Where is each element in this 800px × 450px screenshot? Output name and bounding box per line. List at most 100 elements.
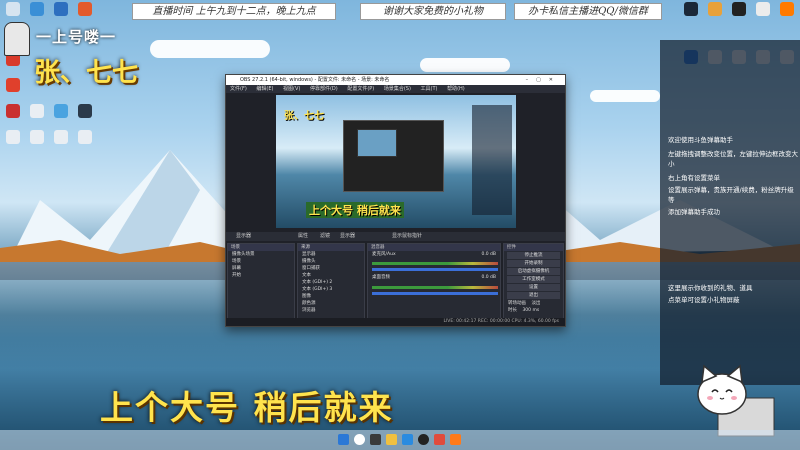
preview-streamer-name: 张、七七 [284,111,324,122]
start-recording-button[interactable]: 开始录制 [507,260,560,267]
obs-window[interactable]: OBS 27.2.1 (64-bit, windows) - 配置文件: 未命名… [225,74,566,327]
scene-item[interactable]: 场景 [228,258,294,265]
app-icon [54,104,68,118]
source-item[interactable]: 颜色源 [298,300,364,307]
desktop-icon-app[interactable] [728,2,750,17]
menu-view[interactable]: 视图(V) [283,86,300,92]
app-icon [54,130,68,144]
source-item[interactable]: 摄像头 [298,258,364,265]
mixer-channel-name: 麦克风/Aux 0.0 dB [368,251,500,258]
qq-icon[interactable] [434,434,445,445]
transitions-label: 转场动画 [508,301,526,306]
app-icon [6,78,20,92]
cloud [420,58,510,72]
desktop-icon-app[interactable] [26,104,48,119]
menu-file[interactable]: 文件(F) [230,86,247,92]
source-name-label: 显示器 [236,233,252,239]
desktop-icon-app[interactable] [776,2,798,17]
transition-value: 淡出 [531,301,541,306]
scene-item[interactable]: 摄像头场景 [228,251,294,258]
duration-field[interactable]: 时长 300 ms [504,307,563,314]
preview-nested-obs [343,120,444,192]
menu-scene-collection[interactable]: 场景集合(S) [384,86,411,92]
gift-line: 点菜单可设置小礼物屏蔽 [668,296,740,304]
schedule-banner: 直播时间 上午九到十二点，晚上九点 [132,3,336,20]
panel-line: 欢迎使用斗鱼弹幕助手 [668,136,733,144]
stop-streaming-button[interactable]: 停止推流 [507,252,560,259]
transition-select[interactable]: 转场动画 淡出 [504,300,563,307]
explorer-icon[interactable] [386,434,397,445]
cloud [590,90,660,102]
taskview-icon[interactable] [370,434,381,445]
audio-meter [372,286,498,289]
desktop-icon-app[interactable] [704,2,726,17]
source-item[interactable]: 显示器 [298,251,364,258]
desktop-icon-app[interactable] [680,2,702,17]
desktop-icon-app[interactable] [50,130,72,145]
desktop-icon-app[interactable] [752,2,774,17]
app-icon [708,2,722,16]
settings-button[interactable]: 设置 [507,284,560,291]
menu-docks[interactable]: 停靠部件(D) [310,86,338,92]
desktop-icon-app[interactable] [74,104,96,119]
app-icon [30,130,44,144]
scenes-header: 场景 [228,244,294,251]
taskbar [0,430,800,450]
volume-slider[interactable] [372,292,498,295]
source-item[interactable]: 文本 (GDI+) 3 [298,286,364,293]
app-icon [6,130,20,144]
obs-icon[interactable] [418,434,429,445]
source-item[interactable]: 文本 (GDI+) 2 [298,279,364,286]
obs-titlebar[interactable]: OBS 27.2.1 (64-bit, windows) - 配置文件: 未命名… [226,75,565,85]
mixer-channel-name: 桌面音频 0.0 dB [368,274,500,281]
desktop-icon-app[interactable] [2,78,24,93]
desktop-icon-recycle-bin[interactable] [2,2,24,17]
studio-mode-button[interactable]: 工作室模式 [507,276,560,283]
panel-line: 左键拖拽调整改变位置，左键拉伸边框改变大 [668,150,798,158]
volume-slider[interactable] [372,268,498,271]
channel-name: 桌面音频 [372,275,390,280]
source-item[interactable]: 窗口捕获 [298,265,364,272]
desktop-icon-app[interactable] [2,130,24,145]
menu-edit[interactable]: 编辑(E) [256,86,273,92]
douyu-icon[interactable] [450,434,461,445]
panel-line: 小 [668,160,675,168]
scene-item[interactable]: 屏幕 [228,265,294,272]
browser-icon[interactable] [402,434,413,445]
obs-preview[interactable]: 张、七七 上个大号 稍后就来 [276,95,516,228]
obs-statusbar: LIVE: 00:42:17 REC: 00:00:00 CPU: 4.3%, … [226,318,565,326]
panel-line: 右上角有设置菜单 [668,174,720,182]
controls-header: 控件 [504,244,563,251]
app-icon [780,2,794,16]
source-item[interactable]: 图像 [298,293,364,300]
desktop-icon-computer[interactable] [26,2,48,17]
preview-caption: 上个大号 稍后就来 [306,202,404,218]
sources-dock: 来源 显示器 摄像头 窗口捕获 文本 文本 (GDI+) 2 文本 (GDI+)… [297,243,365,319]
exit-button[interactable]: 退出 [507,292,560,299]
menu-help[interactable]: 帮助(H) [447,86,465,92]
obs-menubar: 文件(F) 编辑(E) 视图(V) 停靠部件(D) 配置文件(P) 场景集合(S… [226,85,565,93]
panel-line: 设置展示弹幕，贵族开通/续费，粉丝牌升级 [668,186,794,194]
desktop-icon-app[interactable] [50,104,72,119]
desktop-icon-app[interactable] [74,2,96,17]
source-item[interactable]: 浏览器 [298,307,364,314]
start-icon[interactable] [338,434,349,445]
desktop-icon-app[interactable] [2,104,24,119]
desktop-icon-app[interactable] [26,130,48,145]
virtual-camera-button[interactable]: 启动虚拟摄像机 [507,268,560,275]
scene-item[interactable]: 开始 [228,272,294,279]
filters-button[interactable]: 滤镜 [320,232,330,241]
search-icon[interactable] [354,434,365,445]
display-select[interactable]: 显示器 [340,232,355,241]
desktop-icon-app[interactable] [50,2,72,17]
menu-tools[interactable]: 工具(T) [421,86,438,92]
properties-button[interactable]: 属性 [298,232,308,241]
app-icon [684,2,698,16]
window-controls[interactable]: –▢✕ [526,75,561,85]
desktop-icon-app[interactable] [74,130,96,145]
streamer-handle: 一上号喽一 [36,28,117,46]
source-item[interactable]: 文本 [298,272,364,279]
preview-chat-overlay [472,105,512,215]
show-cursor-toggle[interactable]: 显示鼠标指针 [392,232,422,241]
menu-profile[interactable]: 配置文件(P) [347,86,374,92]
